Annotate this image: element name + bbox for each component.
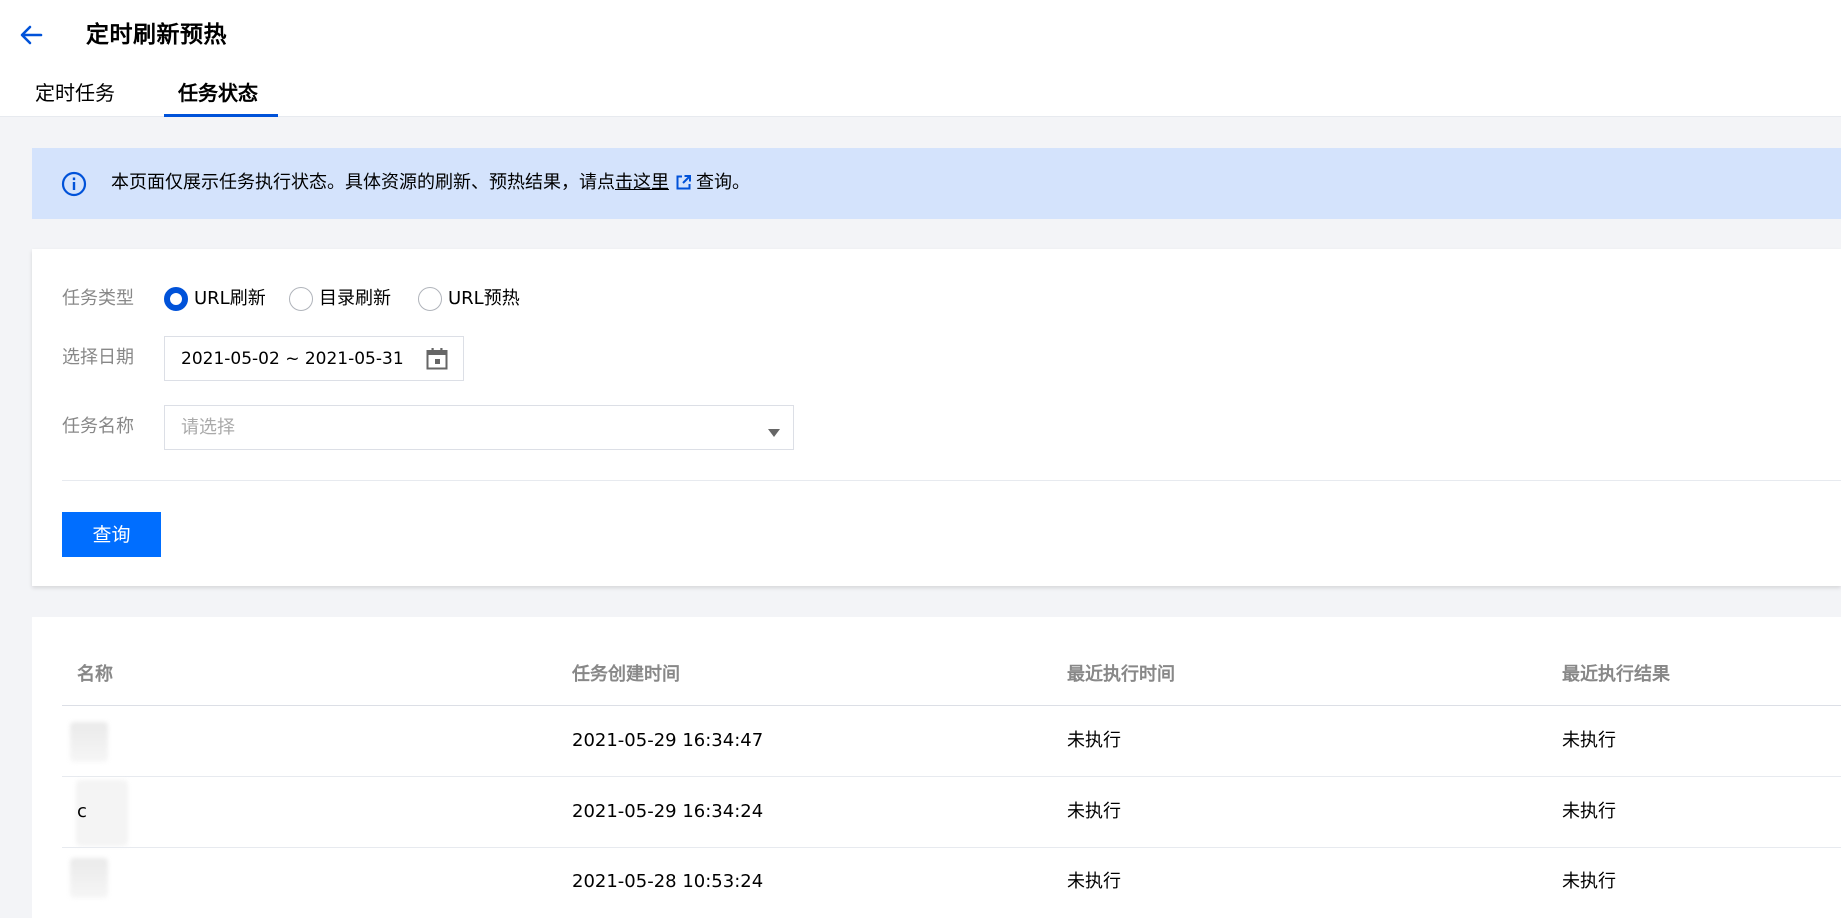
cell-created-time: 2021-05-28 10:53:24 [572,871,764,892]
radio-label: URL刷新 [194,288,266,309]
radio-unchecked-icon [418,287,442,311]
task-type-label: 任务类型 [62,288,134,309]
cell-name: c [77,801,87,822]
cell-last-run-time: 未执行 [1067,871,1121,892]
calendar-icon[interactable] [425,347,449,375]
filter-divider [62,480,1841,481]
task-name-select[interactable]: 请选择 [164,405,794,450]
radio-directory-refresh[interactable]: 目录刷新 [289,286,391,312]
back-arrow-icon[interactable] [16,20,46,50]
cell-created-time: 2021-05-29 16:34:47 [572,730,764,751]
cell-last-run-time: 未执行 [1067,801,1121,822]
redacted-name [70,722,108,762]
cell-last-result: 未执行 [1562,801,1616,822]
cell-last-run-time: 未执行 [1067,730,1121,751]
row-divider [62,847,1841,848]
radio-label: 目录刷新 [319,288,391,309]
query-button[interactable]: 查询 [62,512,161,557]
date-range-value: 2021-05-02 ~ 2021-05-31 [181,349,404,369]
task-name-label: 任务名称 [62,416,134,437]
banner-link[interactable]: 击这里 [615,172,669,193]
radio-unchecked-icon [289,287,313,311]
date-range-picker[interactable]: 2021-05-02 ~ 2021-05-31 [164,336,464,381]
column-header-created-time[interactable]: 任务创建时间 [572,662,680,688]
active-tab-indicator [164,114,278,117]
select-placeholder: 请选择 [181,417,235,438]
column-header-name[interactable]: 名称 [77,662,113,688]
page-title: 定时刷新预热 [86,22,227,48]
top-header: 定时刷新预热 定时任务 任务状态 [0,0,1841,117]
tab-task-status[interactable]: 任务状态 [178,78,258,108]
radio-url-refresh[interactable]: URL刷新 [164,286,266,312]
radio-checked-icon [164,287,188,311]
cell-last-result: 未执行 [1562,871,1616,892]
row-divider [62,776,1841,777]
radio-url-prefetch[interactable]: URL预热 [418,286,520,312]
tab-scheduled-tasks[interactable]: 定时任务 [35,78,115,108]
cell-created-time: 2021-05-29 16:34:24 [572,801,764,822]
banner-text-after: 查询。 [696,172,750,193]
redacted-name [70,858,108,898]
info-icon [61,171,87,197]
radio-label: URL预热 [448,288,520,309]
caret-down-icon [767,423,781,442]
cell-last-result: 未执行 [1562,730,1616,751]
banner-text-before: 本页面仅展示任务执行状态。具体资源的刷新、预热结果，请点 [111,172,615,193]
date-label: 选择日期 [62,347,134,368]
banner-message: 本页面仅展示任务执行状态。具体资源的刷新、预热结果，请点击这里 查询。 [111,170,750,199]
table-header-divider [62,705,1841,706]
column-header-last-run-time[interactable]: 最近执行时间 [1067,662,1175,688]
column-header-last-result[interactable]: 最近执行结果 [1562,662,1670,688]
external-link-icon[interactable] [675,173,692,199]
